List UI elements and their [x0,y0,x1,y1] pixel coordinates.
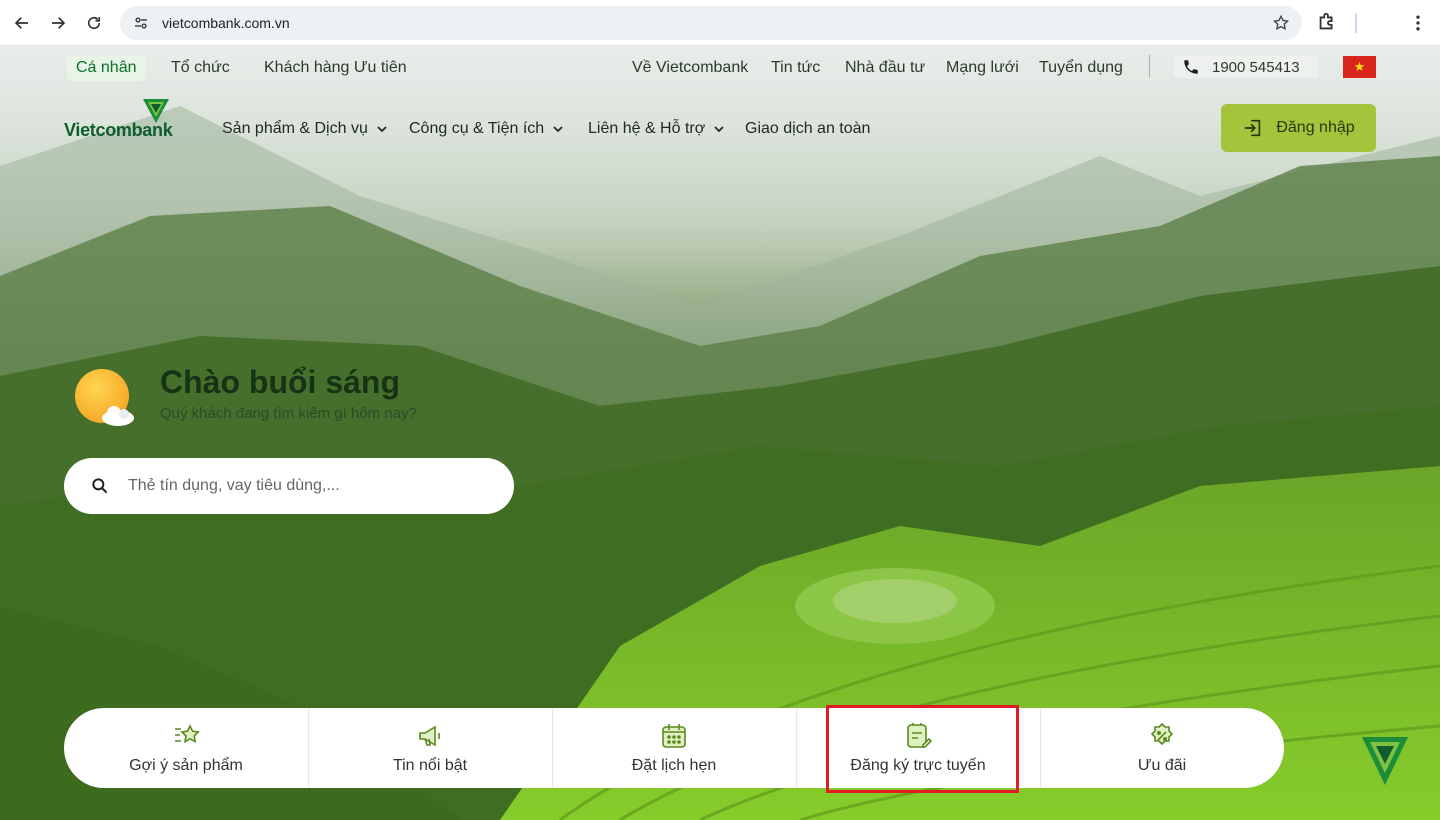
quick-action-tin-noi-bat[interactable]: Tin nổi bật [308,708,552,788]
link-mang-luoi[interactable]: Mạng lưới [946,59,1019,77]
url-text: vietcombank.com.vn [162,15,290,31]
quick-action-dat-lich-hen[interactable]: Đặt lịch hẹn [552,708,796,788]
address-bar[interactable]: vietcombank.com.vn [120,6,1302,40]
search-box[interactable] [64,458,514,514]
hotline[interactable]: 1900 545413 [1174,56,1318,78]
forward-button[interactable] [40,5,76,41]
segment-to-chuc[interactable]: Tổ chức [171,55,230,81]
brand-name: Vietcombank [64,120,173,140]
quick-action-label: Đặt lịch hẹn [631,757,717,774]
more-menu-icon[interactable] [1408,12,1428,34]
quick-actions-bar: Gợi ý sản phẩm Tin nổi bật Đặt lịch hẹn … [64,708,1284,788]
extensions-icon[interactable] [1316,11,1338,33]
vietnam-flag-icon[interactable]: ★ [1343,56,1376,78]
megaphone-icon [419,725,440,747]
nav-label: Liên hệ & Hỗ trợ [588,120,706,137]
star-list-icon [175,724,200,744]
segment-khach-hang-uu-tien[interactable]: Khách hàng Ưu tiên [264,55,407,81]
quick-action-label: Gợi ý sản phẩm [129,757,243,774]
sun-cloud-icon [75,369,134,426]
quick-action-goi-y-san-pham[interactable]: Gợi ý sản phẩm [64,708,308,788]
site-settings-icon[interactable] [132,14,150,32]
nav-giao-dich-an-toan[interactable]: Giao dịch an toàn [745,120,870,138]
vietcombank-badge-icon[interactable] [1360,735,1410,787]
link-tin-tuc[interactable]: Tin tức [771,59,820,77]
hero-background [0,46,1440,820]
toolbar-divider [1355,13,1357,33]
topbar-divider [1149,55,1150,77]
link-tuyen-dung[interactable]: Tuyển dụng [1039,59,1123,77]
hotline-number: 1900 545413 [1212,58,1300,76]
nav-label: Công cụ & Tiện ích [409,120,545,137]
nav-label: Giao dịch an toàn [745,120,871,137]
segment-ca-nhan[interactable]: Cá nhân [67,55,146,81]
highlight-box [826,705,1019,793]
greeting-subtitle: Quý khách đang tìm kiếm gì hôm nay? [160,405,417,422]
discount-badge-icon [1150,722,1174,746]
link-ve-vietcombank[interactable]: Về Vietcombank [632,59,748,77]
bookmark-star-icon[interactable] [1272,14,1290,32]
quick-action-label: Ưu đãi [1137,757,1187,774]
login-icon [1245,119,1261,137]
reload-button[interactable] [76,5,112,41]
search-input[interactable] [128,477,488,495]
phone-icon [1184,60,1198,74]
nav-cong-cu-tien-ich[interactable]: Công cụ & Tiện ích [409,120,564,138]
link-nha-dau-tu[interactable]: Nhà đầu tư [845,59,925,77]
vietcombank-logo[interactable]: Vietcombank [64,98,184,142]
calendar-icon [662,724,686,748]
nav-san-pham-dich-vu[interactable]: Sản phẩm & Dịch vụ [222,120,388,138]
quick-action-label: Tin nổi bật [392,757,468,774]
browser-toolbar: vietcombank.com.vn [0,0,1440,46]
arrow-left-icon [14,17,28,29]
chevron-down-icon [714,126,724,133]
login-label: Đăng nhập [1276,119,1355,136]
login-button[interactable]: Đăng nhập [1221,104,1376,152]
landscape-illustration [0,106,1440,820]
arrow-right-icon [52,17,66,29]
quick-action-uu-dai[interactable]: Ưu đãi [1040,708,1284,788]
reload-icon [87,16,101,30]
greeting-title: Chào buổi sáng [160,364,400,400]
back-button[interactable] [4,5,40,41]
chevron-down-icon [377,126,387,133]
chevron-down-icon [553,126,563,133]
nav-label: Sản phẩm & Dịch vụ [222,120,368,137]
search-icon [92,478,108,494]
nav-lien-he-ho-tro[interactable]: Liên hệ & Hỗ trợ [588,120,725,138]
